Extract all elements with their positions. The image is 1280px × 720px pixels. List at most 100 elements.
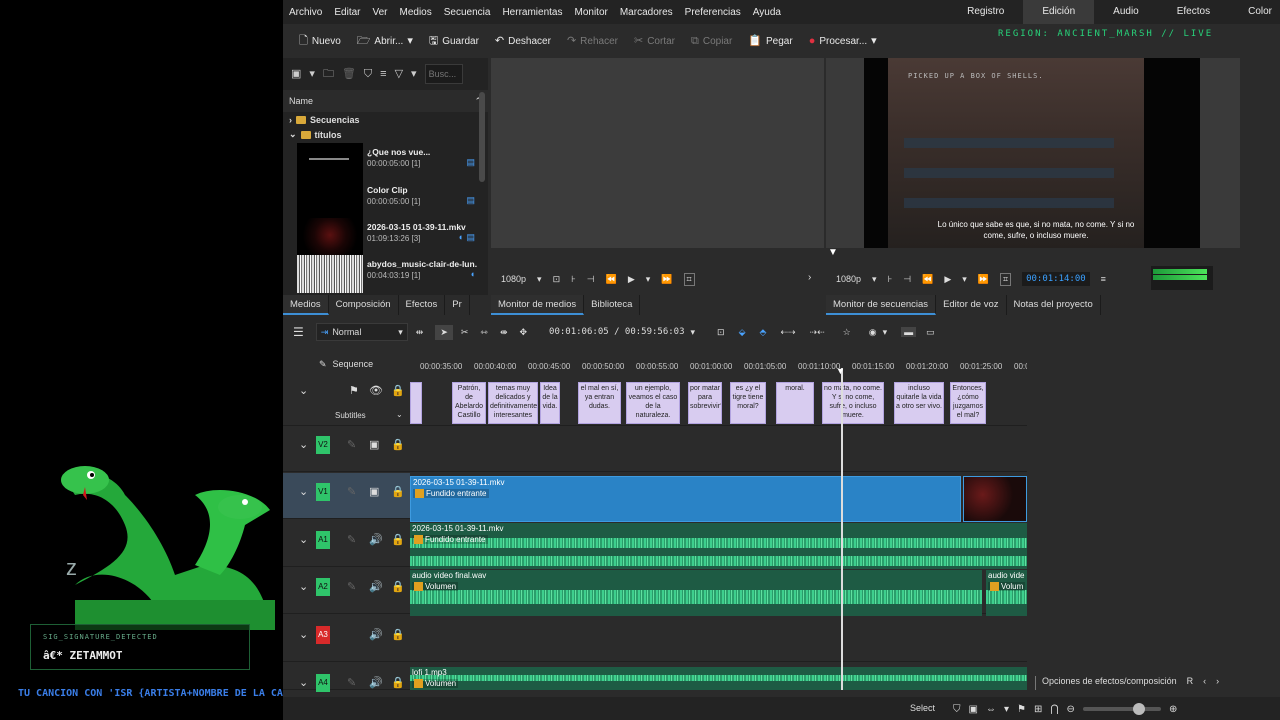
edit-icon[interactable]: ✎ [347,533,356,546]
out-point-icon[interactable]: ⊣ [903,274,911,285]
chevron-down-icon[interactable]: ▾ [537,274,542,285]
folder-icon[interactable]: 🗀 [323,68,334,80]
tab-pr[interactable]: Pr [445,295,470,315]
tab-monitor-secuencias[interactable]: Monitor de secuencias [826,295,937,315]
lock-icon[interactable]: 🔒 [391,438,405,451]
timeline-ruler[interactable]: 00:00:35:00 00:00:40:00 00:00:45:00 00:0… [410,346,1027,378]
bin-clip[interactable]: Color Clip 00:00:05:00 [1] ▤ [297,181,477,219]
bin-clip[interactable]: ¿Que nos vue... 00:00:05:00 [1] ▤ [297,143,477,181]
menu-editar[interactable]: Editar [328,7,366,18]
paste-button[interactable]: 📋 Pegar [740,24,800,58]
workspace-audio[interactable]: Audio [1094,0,1158,24]
tab-notas-proyecto[interactable]: Notas del proyecto [1007,295,1101,315]
lock-icon[interactable]: 🔒 [391,485,405,498]
track-v2[interactable] [410,426,1027,472]
subtitle-item[interactable]: un ejemplo, veamos el caso de la natural… [626,382,680,424]
menu-ver[interactable]: Ver [366,7,393,18]
chevron-down-icon[interactable]: ▾ [309,68,315,80]
folder-secuencias[interactable]: › Secuencias [283,112,488,127]
insert-icon[interactable]: ⬙ [739,327,746,338]
fit-zoom-icon[interactable]: ⊡ [717,327,725,338]
delete-icon[interactable]: 🗑 [342,68,356,80]
monitor-layout-icon[interactable]: ▭ [926,327,935,338]
workspace-color[interactable]: Color [1229,0,1280,24]
project-monitor-ruler[interactable]: ▼ [826,247,1240,260]
zoom-slider-handle[interactable] [1132,703,1145,715]
chevron-down-icon[interactable]: ⌄ [299,384,308,397]
edit-icon[interactable]: ✎ [347,580,356,593]
audio-clip[interactable]: audio vide Volum [986,570,1027,616]
menu-preferencias[interactable]: Preferencias [679,7,747,18]
subtitle-item[interactable]: incluso quitarle la vida a otro ser vivo… [894,382,944,424]
sequence-tab[interactable]: ✎ Sequence [319,359,373,370]
project-monitor[interactable]: PICKED UP A BOX OF SHELLS. Lo único que … [826,58,1240,248]
slide-tool-icon[interactable]: ✥ [520,327,528,338]
speaker-icon[interactable]: 🔊 [369,533,383,546]
chevron-down-icon[interactable]: ▾ [646,274,651,285]
save-button[interactable]: 🖫 Guardar [421,24,487,58]
lock-icon[interactable]: 🔒 [391,580,405,593]
copy-button[interactable]: ⧉ Copiar [683,24,740,58]
tag-icon[interactable]: ⛉ [364,68,372,80]
subtitle-track[interactable]: Patrón, de Abelardo Castillo temas muy d… [410,378,1027,426]
subtitle-item[interactable]: moral. [776,382,814,424]
subtitle-item[interactable]: temas muy delicados y definitivamente in… [488,382,538,424]
render-button[interactable]: ● Procesar... ▾ [801,24,885,58]
subtitle-item[interactable]: no mata, no come. Y si no come, sufre, o… [822,382,884,424]
chevron-down-icon[interactable]: ▾ [411,68,417,80]
slip-tool-icon[interactable]: ⇿ [480,327,488,338]
track-v1[interactable]: 2026-03-15 01-39-11.mkv Fundido entrante [410,473,1027,522]
select-tool-icon[interactable]: ➤ [435,324,453,340]
chevron-down-icon[interactable]: ▾ [1004,704,1009,715]
chevron-down-icon[interactable]: ▾ [962,274,967,285]
hamburger-menu-icon[interactable]: ☰ [293,325,304,339]
tab-r[interactable]: R [1187,676,1194,690]
forward-icon[interactable]: ⏩ [978,274,989,285]
tab-opciones-efectos[interactable]: Opciones de efectos/composición [1035,676,1177,690]
play-icon[interactable]: ▶ [944,274,951,285]
filter-icon[interactable]: ▽ [395,68,403,80]
film-icon[interactable]: ▣ [369,438,379,451]
zone-icon[interactable]: ⌗ [683,272,695,286]
redo-button[interactable]: ↷ Rehacer [559,24,626,58]
fit-icon[interactable]: ⊞ [1034,704,1042,715]
workspace-edicion[interactable]: Edición [1023,0,1095,24]
tab-medios[interactable]: Medios [283,295,329,315]
flag-icon[interactable]: ⚑ [1017,704,1026,715]
audio-clip[interactable]: 2026-03-15 01-39-11.mkv Fundido entrante [410,523,1027,569]
zoom-slider[interactable] [1082,703,1161,715]
target-icon[interactable]: ◉ [869,327,877,338]
chevron-down-icon[interactable]: ⌄ [299,485,308,498]
menu-icon[interactable]: ≡ [380,68,386,80]
tab-efectos[interactable]: Efectos [399,295,446,315]
bin-scrollbar[interactable] [479,92,485,182]
subtitle-item[interactable]: Entonces, ¿cómo juzgamos el mal? [950,382,986,424]
view-icon[interactable]: ▣ [291,68,301,80]
zoom-out-icon[interactable]: ⊖ [1067,704,1075,715]
eye-icon[interactable]: 👁 [369,384,383,397]
workspace-registro[interactable]: Registro [948,0,1023,24]
chevron-down-icon[interactable]: ⌄ [299,628,308,641]
subtitle-item[interactable]: Patrón, de Abelardo Castillo [452,382,486,424]
razor-tool-icon[interactable]: ✂ [461,327,469,338]
extract-icon[interactable]: ⇢⇠ [810,327,825,338]
tag-icon[interactable]: ⛉ [953,704,961,715]
timeline[interactable]: 00:00:35:00 00:00:40:00 00:00:45:00 00:0… [410,346,1027,690]
tab-composicion[interactable]: Composición [329,295,399,315]
audio-clip[interactable]: audio video final.wav Volumen [410,570,982,616]
lock-icon[interactable]: 🔒 [391,533,405,546]
bin-clip[interactable]: 2026-03-15 01-39-11.mkv 01:09:13:26 [3] … [297,218,477,256]
out-point-icon[interactable]: ⊣ [587,274,595,285]
forward-icon[interactable]: ⏩ [661,274,672,285]
play-icon[interactable]: ▶ [628,274,635,285]
chevron-down-icon[interactable]: ⌄ [299,676,308,689]
subtitle-track-header[interactable]: ⌄ ⚑ 👁 🔒 Subtitles ⌄ [283,378,410,426]
clip-resolution-select[interactable]: 1080p [501,274,526,284]
chevron-down-icon[interactable]: ▾ [872,274,877,285]
track-a2[interactable]: audio video final.wav Volumen audio vide… [410,568,1027,616]
arrows-icon[interactable]: ⇔ [986,704,996,715]
lock-icon[interactable]: 🔒 [391,384,405,397]
edit-icon[interactable]: ✎ [347,485,356,498]
subtitle-item[interactable]: el mal en sí, ya entran dudas. [578,382,621,424]
menu-archivo[interactable]: Archivo [283,7,328,18]
